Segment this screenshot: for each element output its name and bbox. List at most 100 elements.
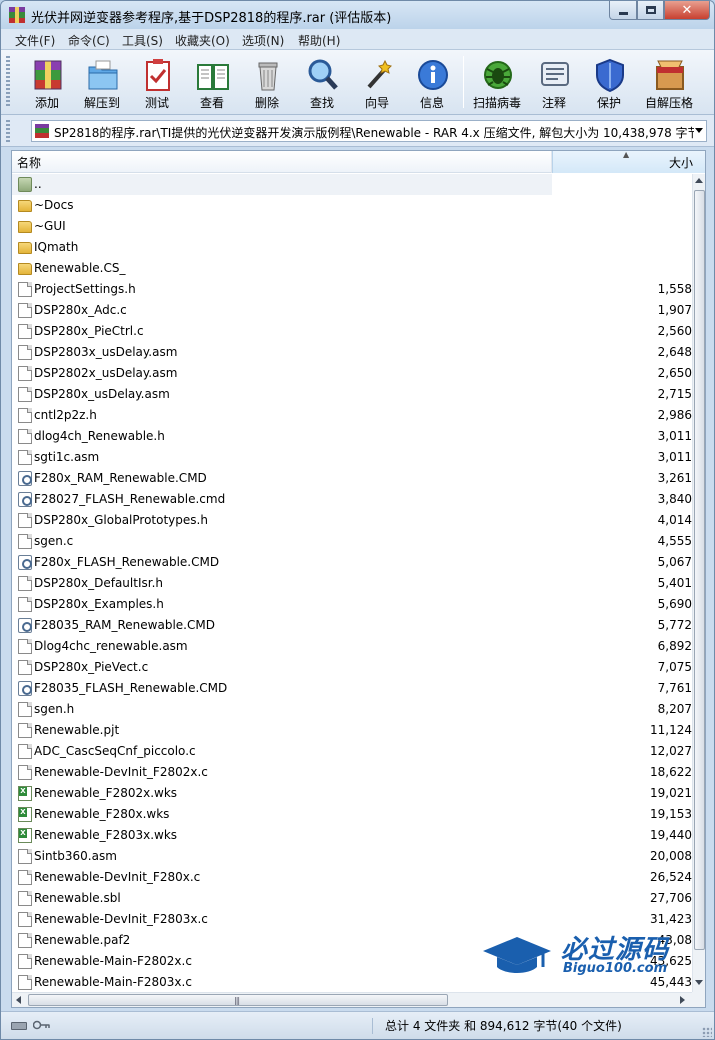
info-icon bbox=[418, 60, 448, 90]
vertical-scrollbar[interactable] bbox=[692, 174, 705, 992]
file-row[interactable]: sgen.c 4,555 bbox=[12, 531, 692, 552]
file-row[interactable]: Renewable_F2802x.wks 19,021 bbox=[12, 783, 692, 804]
wizard-button[interactable]: 向导 bbox=[349, 54, 405, 112]
file-row[interactable]: Dlog4chc_renewable.asm 6,892 bbox=[12, 636, 692, 657]
virus-scan-button[interactable]: 扫描病毒 bbox=[469, 54, 525, 112]
file-size: 5,401 bbox=[657, 576, 692, 590]
file-size: 5,690 bbox=[657, 597, 692, 611]
scroll-right-arrow-icon[interactable] bbox=[680, 996, 685, 1004]
column-size-header[interactable]: ▲ 大小 bbox=[552, 151, 705, 173]
file-row[interactable]: DSP2802x_usDelay.asm 2,650 bbox=[12, 363, 692, 384]
file-row[interactable]: Renewable-DevInit_F2803x.c 31,423 bbox=[12, 909, 692, 930]
title-bar[interactable]: 光伏并网逆变器参考程序,基于DSP2818的程序.rar (评估版本) ✕ bbox=[1, 1, 714, 29]
file-size: 11,124 bbox=[650, 723, 692, 737]
file-row[interactable]: F28035_RAM_Renewable.CMD 5,772 bbox=[12, 615, 692, 636]
file-row[interactable]: F280x_RAM_Renewable.CMD 3,261 bbox=[12, 468, 692, 489]
file-name: Renewable-Main-F2803x.c bbox=[34, 975, 192, 989]
menu-favorites[interactable]: 收藏夹(O) bbox=[175, 32, 230, 49]
file-size: 19,153 bbox=[650, 807, 692, 821]
info-button[interactable]: 信息 bbox=[404, 54, 460, 112]
file-row[interactable]: dlog4ch_Renewable.h 3,011 bbox=[12, 426, 692, 447]
protect-button[interactable]: 保护 bbox=[581, 54, 637, 112]
toolbar-grip[interactable] bbox=[6, 56, 10, 108]
extract-to-label: 解压到 bbox=[83, 96, 120, 110]
file-row[interactable]: ~Docs bbox=[12, 195, 692, 216]
file-row[interactable]: DSP280x_DefaultIsr.h 5,401 bbox=[12, 573, 692, 594]
horizontal-scroll-thumb[interactable]: ||| bbox=[28, 994, 448, 1006]
menu-tools[interactable]: 工具(S) bbox=[122, 32, 163, 49]
column-name-header[interactable]: 名称 bbox=[12, 151, 552, 173]
file-row[interactable]: Renewable_F2803x.wks 19,440 bbox=[12, 825, 692, 846]
file-row[interactable]: DSP280x_PieVect.c 7,075 bbox=[12, 657, 692, 678]
file-size: 18,622 bbox=[650, 765, 692, 779]
file-row[interactable]: DSP2803x_usDelay.asm 2,648 bbox=[12, 342, 692, 363]
maximize-button[interactable] bbox=[637, 1, 664, 20]
file-row[interactable]: ADC_CascSeqCnf_piccolo.c 12,027 bbox=[12, 741, 692, 762]
address-grip[interactable] bbox=[6, 120, 10, 142]
address-field[interactable]: SP2818的程序.rar\TI提供的光伏逆变器开发演示版例程\Renewabl… bbox=[31, 120, 707, 142]
file-row[interactable]: sgen.h 8,207 bbox=[12, 699, 692, 720]
file-row[interactable]: Renewable.sbl 27,706 bbox=[12, 888, 692, 909]
file-row[interactable]: DSP280x_GlobalPrototypes.h 4,014 bbox=[12, 510, 692, 531]
file-size: 12,027 bbox=[650, 744, 692, 758]
toolbar-separator bbox=[463, 56, 464, 108]
file-name: DSP280x_PieVect.c bbox=[34, 660, 149, 674]
menu-help[interactable]: 帮助(H) bbox=[298, 32, 340, 49]
extract-to-button[interactable]: 解压到 bbox=[74, 54, 130, 112]
vertical-scroll-thumb[interactable] bbox=[694, 190, 705, 950]
key-icon[interactable] bbox=[33, 1020, 51, 1030]
file-row[interactable]: Renewable-DevInit_F2802x.c 18,622 bbox=[12, 762, 692, 783]
file-size: 2,560 bbox=[657, 324, 692, 338]
file-row[interactable]: sgti1c.asm 3,011 bbox=[12, 447, 692, 468]
find-button[interactable]: 查找 bbox=[294, 54, 350, 112]
wks-file-icon bbox=[18, 807, 32, 822]
file-size: 3,840 bbox=[657, 492, 692, 506]
file-row[interactable]: DSP280x_PieCtrl.c 2,560 bbox=[12, 321, 692, 342]
file-row[interactable]: Renewable.CS_ bbox=[12, 258, 692, 279]
file-name: Renewable.paf2 bbox=[34, 933, 131, 947]
file-row[interactable]: .. bbox=[12, 174, 692, 195]
file-row[interactable]: DSP280x_Adc.c 1,907 bbox=[12, 300, 692, 321]
file-row[interactable]: ProjectSettings.h 1,558 bbox=[12, 279, 692, 300]
file-name: sgti1c.asm bbox=[34, 450, 100, 464]
file-row[interactable]: DSP280x_usDelay.asm 2,715 bbox=[12, 384, 692, 405]
file-row[interactable]: Renewable.pjt 11,124 bbox=[12, 720, 692, 741]
menu-command[interactable]: 命令(C) bbox=[68, 32, 110, 49]
file-icon bbox=[18, 387, 32, 402]
scroll-left-arrow-icon[interactable] bbox=[16, 996, 21, 1004]
minimize-button[interactable] bbox=[609, 1, 637, 20]
comment-button[interactable]: 注释 bbox=[526, 54, 582, 112]
sfx-button[interactable]: 自解压格 bbox=[641, 54, 697, 112]
file-row[interactable]: F28027_FLASH_Renewable.cmd 3,840 bbox=[12, 489, 692, 510]
file-icon bbox=[18, 765, 32, 780]
test-button[interactable]: 测试 bbox=[129, 54, 185, 112]
file-name: F28035_RAM_Renewable.CMD bbox=[34, 618, 215, 632]
find-label: 查找 bbox=[309, 96, 334, 110]
file-icon bbox=[18, 534, 32, 549]
file-row[interactable]: Sintb360.asm 20,008 bbox=[12, 846, 692, 867]
comment-label: 注释 bbox=[541, 96, 566, 110]
file-row[interactable]: F28035_FLASH_Renewable.CMD 7,761 bbox=[12, 678, 692, 699]
view-button[interactable]: 查看 bbox=[184, 54, 240, 112]
close-button[interactable]: ✕ bbox=[664, 1, 710, 20]
resize-grip[interactable] bbox=[702, 1027, 712, 1037]
view-book-icon bbox=[197, 64, 229, 90]
file-row[interactable]: Renewable_F280x.wks 19,153 bbox=[12, 804, 692, 825]
file-size: 2,715 bbox=[657, 387, 692, 401]
dropdown-arrow-icon[interactable] bbox=[695, 128, 703, 133]
delete-button[interactable]: 删除 bbox=[239, 54, 295, 112]
menu-file[interactable]: 文件(F) bbox=[15, 32, 55, 49]
file-row[interactable]: Renewable-DevInit_F280x.c 26,524 bbox=[12, 867, 692, 888]
file-row[interactable]: cntl2p2z.h 2,986 bbox=[12, 405, 692, 426]
file-row[interactable]: F280x_FLASH_Renewable.CMD 5,067 bbox=[12, 552, 692, 573]
scroll-up-arrow-icon[interactable] bbox=[695, 178, 703, 183]
file-name: DSP2802x_usDelay.asm bbox=[34, 366, 178, 380]
horizontal-scrollbar[interactable]: ||| bbox=[12, 992, 692, 1007]
drive-icon[interactable] bbox=[11, 1022, 27, 1030]
add-button[interactable]: 添加 bbox=[19, 54, 75, 112]
file-icon bbox=[18, 912, 32, 927]
file-row[interactable]: IQmath bbox=[12, 237, 692, 258]
menu-options[interactable]: 选项(N) bbox=[242, 32, 284, 49]
file-row[interactable]: DSP280x_Examples.h 5,690 bbox=[12, 594, 692, 615]
file-row[interactable]: ~GUI bbox=[12, 216, 692, 237]
